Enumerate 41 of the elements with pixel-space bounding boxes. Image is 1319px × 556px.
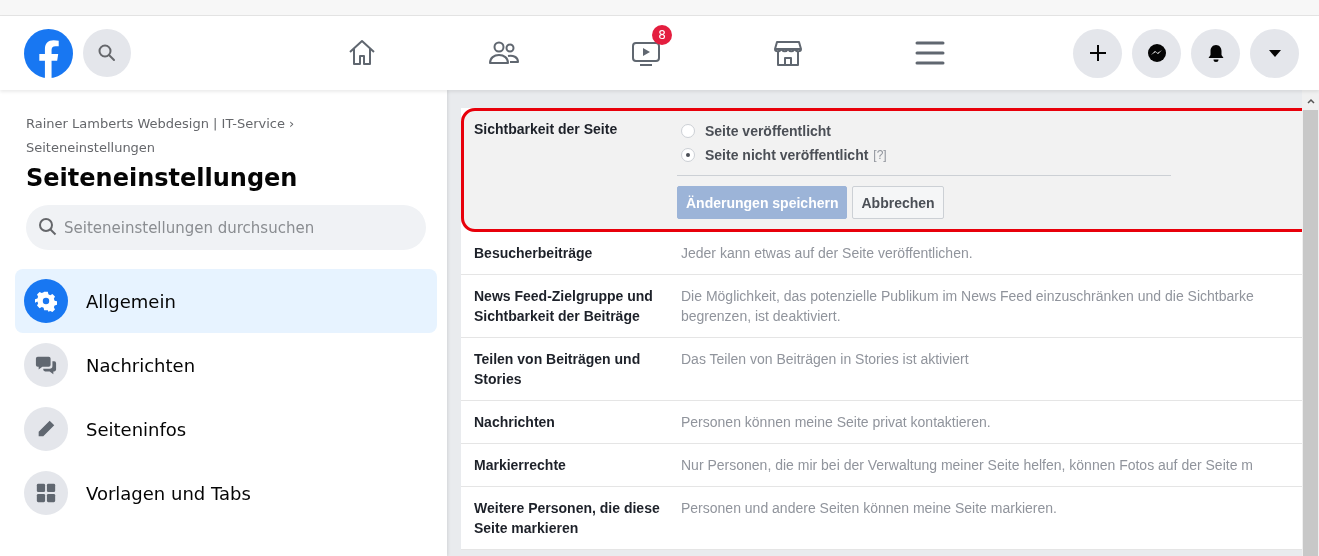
create-button[interactable] (1073, 28, 1122, 78)
chat-bolt-icon (1146, 43, 1167, 63)
scroll-up-icon[interactable] (1305, 96, 1316, 106)
cancel-button[interactable]: Abbrechen (852, 186, 944, 219)
search-field[interactable]: Seiteneinstellungen durchsuchen (26, 205, 426, 250)
breadcrumb-link[interactable]: Rainer Lamberts Webdesign | IT-Service › (26, 112, 437, 136)
radio-label: Seite veröffentlicht (705, 123, 832, 139)
radio-label: Seite nicht veröffentlicht (705, 147, 869, 163)
radio-button[interactable] (681, 148, 695, 162)
breadcrumb-current: Seiteneinstellungen (26, 139, 157, 157)
search-button[interactable] (83, 29, 131, 77)
scrollbar[interactable] (1302, 90, 1319, 556)
setting-label: News Feed-Zielgruppe und Sichtbarkeit der Beiträge (474, 287, 654, 326)
search-icon (38, 217, 58, 237)
setting-label: Teilen von Beiträgen und Stories (474, 350, 642, 389)
setting-label: Weitere Personen, die diese Seite markieren (474, 499, 661, 538)
setting-description: Die Möglichkeit, das potenzielle Publikum im News Feed einzuschränken und die Sichtbarke begrenzen, ist deaktiviert. (681, 287, 1254, 326)
setting-label: Nachrichten (474, 413, 556, 432)
setting-description: Nur Personen, die mir bei der Verwaltung meiner Seite helfen, können Fotos auf der Seite m (681, 456, 1253, 475)
page-title: Seiteneinstellungen (26, 163, 299, 194)
setting-label: Sichtbarkeit der Seite (474, 120, 619, 139)
setting-description: Personen können meine Seite privat kontaktieren. (681, 413, 991, 432)
sidebar-item[interactable]: Nachrichten (15, 333, 437, 397)
search-icon (97, 43, 117, 63)
radio-button[interactable] (681, 124, 695, 138)
setting-description: Jeder kann etwas auf der Seite veröffentlichen. (681, 244, 973, 263)
logo-icon[interactable] (24, 28, 73, 78)
setting-label: Besucherbeiträge (474, 244, 594, 263)
setting-description: Das Teilen von Beiträgen in Stories ist aktiviert (681, 350, 969, 369)
setting-label: Markierrechte (474, 456, 567, 475)
setting-description: Personen und andere Seiten können meine Seite markieren. (681, 499, 1057, 518)
gear-icon (35, 290, 57, 312)
messenger-button[interactable] (1132, 28, 1181, 78)
grid-icon (35, 482, 57, 504)
notifications-button[interactable] (1191, 28, 1240, 78)
sidebar-item[interactable]: Seiteninfos (15, 397, 437, 461)
plus-icon (1087, 43, 1108, 63)
chat-icon (35, 354, 57, 376)
notification-badge: 8 (652, 25, 672, 45)
sidebar-item[interactable]: Vorlagen und Tabs (15, 461, 437, 525)
sidebar-item[interactable]: Allgemein (15, 269, 437, 333)
